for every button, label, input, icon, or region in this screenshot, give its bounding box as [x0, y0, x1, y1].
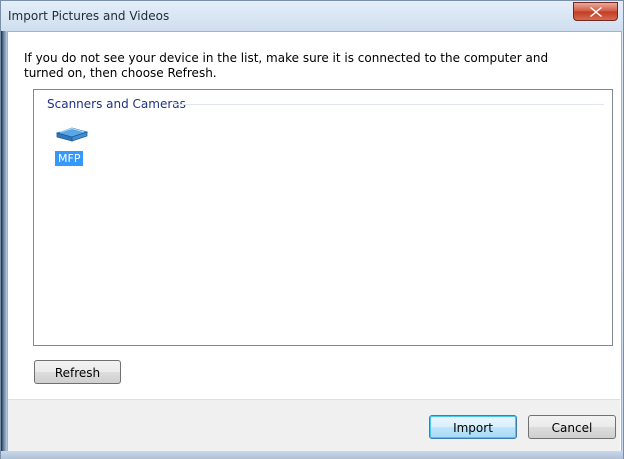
import-dialog-window: Import Pictures and Videos If you do not… [0, 0, 624, 459]
import-button[interactable]: Import [429, 415, 517, 439]
device-item-mfp[interactable]: MFP [54, 122, 94, 170]
group-divider [174, 104, 604, 105]
group-header-scanners-and-cameras: Scanners and Cameras [47, 97, 186, 111]
instructions-text: If you do not see your device in the lis… [24, 51, 549, 80]
window-bottom-border [1, 451, 623, 459]
window-title: Import Pictures and Videos [8, 9, 170, 23]
close-icon [590, 7, 602, 17]
close-button[interactable] [573, 2, 618, 21]
device-label: MFP [55, 151, 84, 166]
title-bar[interactable]: Import Pictures and Videos [1, 1, 623, 31]
refresh-button[interactable]: Refresh [34, 360, 121, 384]
device-list[interactable]: Scanners and Cameras MFP [33, 89, 613, 346]
cancel-button[interactable]: Cancel [528, 415, 616, 439]
scanner-icon [55, 127, 89, 142]
